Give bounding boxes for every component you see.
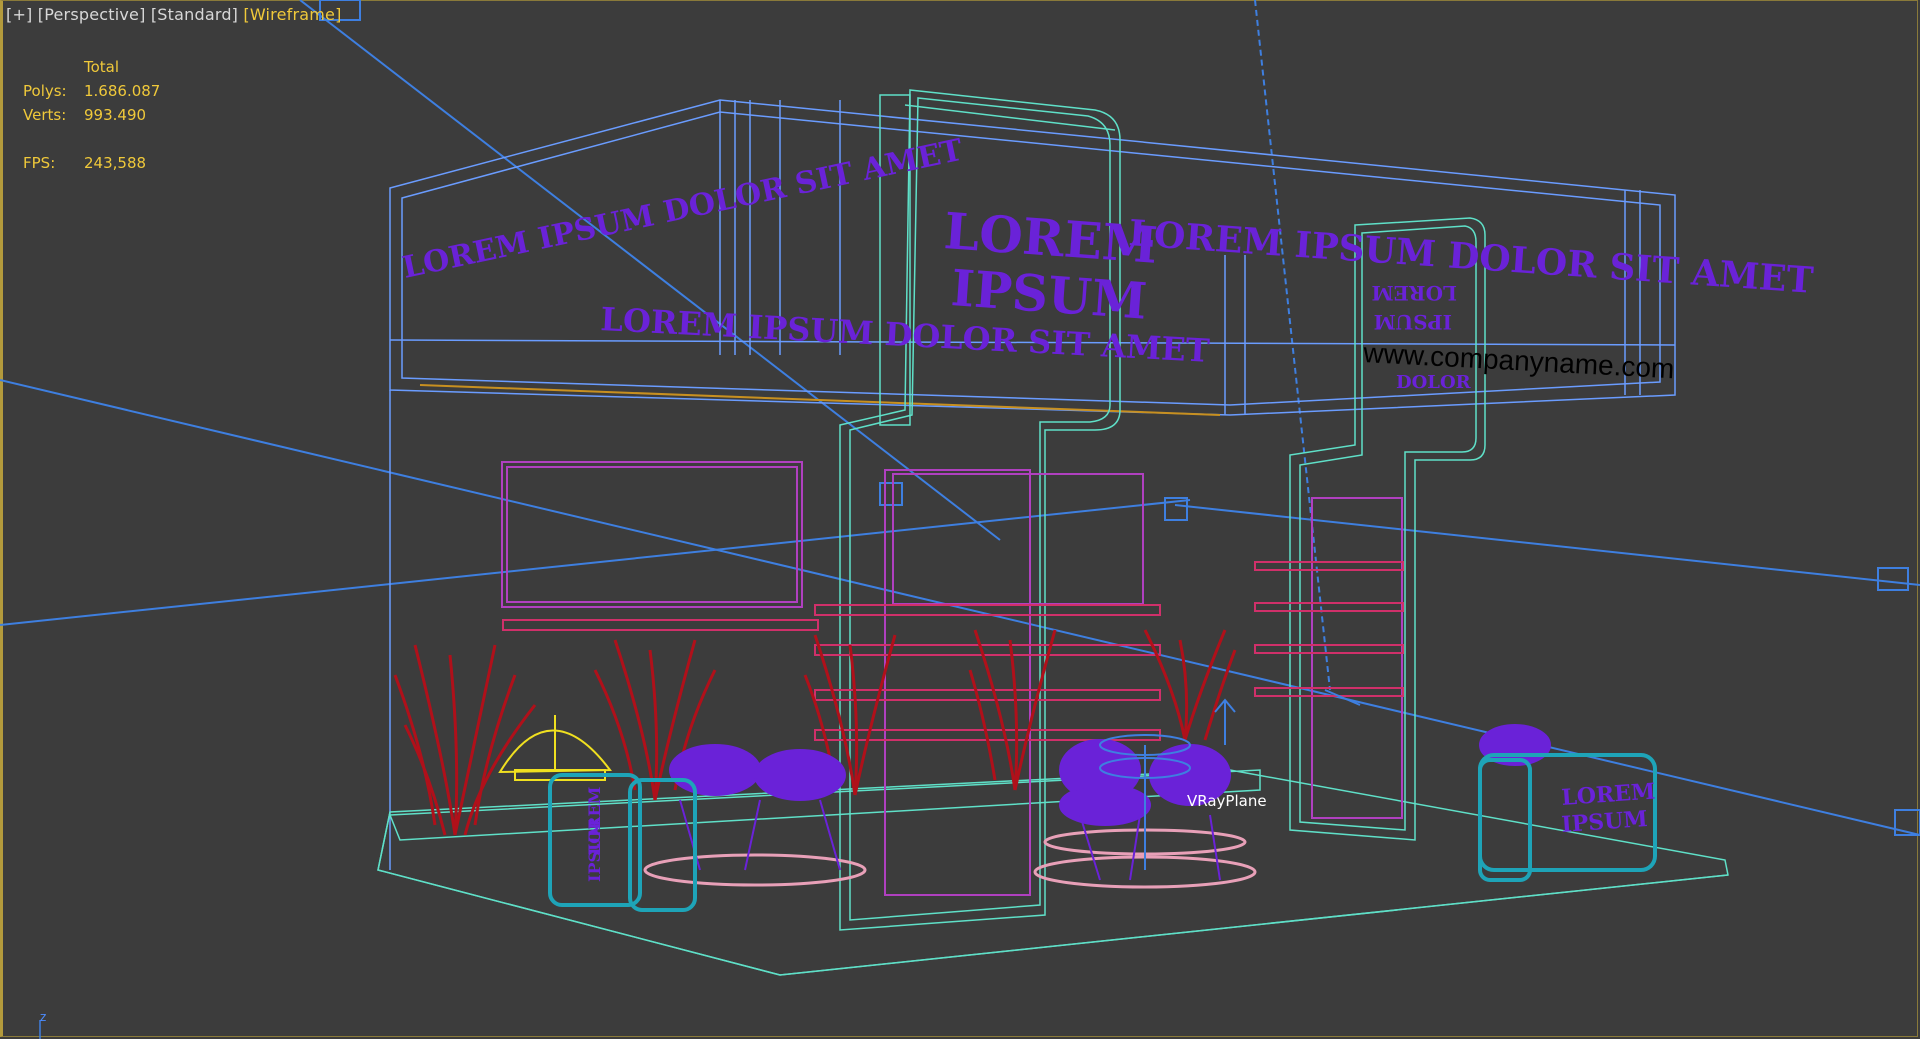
display-mode-label[interactable]: [Wireframe] — [243, 5, 341, 24]
tower-text-1: LOREM — [1372, 281, 1458, 305]
statistics-overlay: Total Polys: 1.686.087 Verts: 993.490 FPS:… — [23, 55, 160, 175]
counter-left[interactable] — [548, 773, 697, 912]
transform-gizmo[interactable] — [1214, 689, 1361, 745]
lamp[interactable] — [498, 715, 612, 781]
banner-right-text: LOREM IPSUM DOLOR SIT AMET — [1127, 212, 1814, 302]
counter-right-text-2: IPSUM — [1561, 806, 1649, 838]
verts-label: Verts: — [23, 106, 67, 124]
tower-text-3: DOLOR — [1396, 372, 1472, 393]
shading-mode-label[interactable]: [Standard] — [151, 5, 238, 24]
light-icons[interactable] — [319, 0, 1920, 836]
axis-z-label: z — [40, 1010, 47, 1024]
viewport-labels[interactable]: [+] [Perspective] [Standard] [Wireframe] — [6, 5, 342, 24]
fps-value: 243,588 — [84, 154, 147, 172]
banner-left-text: LOREM IPSUM DOLOR SIT AMET — [399, 133, 966, 286]
light-rays — [0, 0, 1920, 836]
banner-edge — [419, 384, 1221, 416]
stats-header: Total — [84, 58, 120, 76]
floor-platform[interactable] — [377, 769, 1729, 976]
left-screens[interactable] — [501, 461, 1403, 896]
fps-label: FPS: — [23, 154, 56, 172]
verts-value: 993.490 — [84, 106, 147, 124]
tower-text-2: IPSUM — [1374, 310, 1452, 334]
viewport-menu-button[interactable]: [+] — [6, 5, 33, 24]
counter-left-text-2: IPSUM — [585, 819, 604, 882]
polys-value: 1.686.087 — [84, 82, 161, 100]
scene-canvas[interactable]: LOREM IPSUM DOLOR SIT AMET LOREM IPSUM L… — [0, 0, 1920, 1039]
vrayplane-label[interactable]: VRayPlane — [1187, 792, 1267, 810]
polys-label: Polys: — [23, 82, 67, 100]
rugs — [643, 828, 1257, 889]
view-type-label[interactable]: [Perspective] — [38, 5, 146, 24]
